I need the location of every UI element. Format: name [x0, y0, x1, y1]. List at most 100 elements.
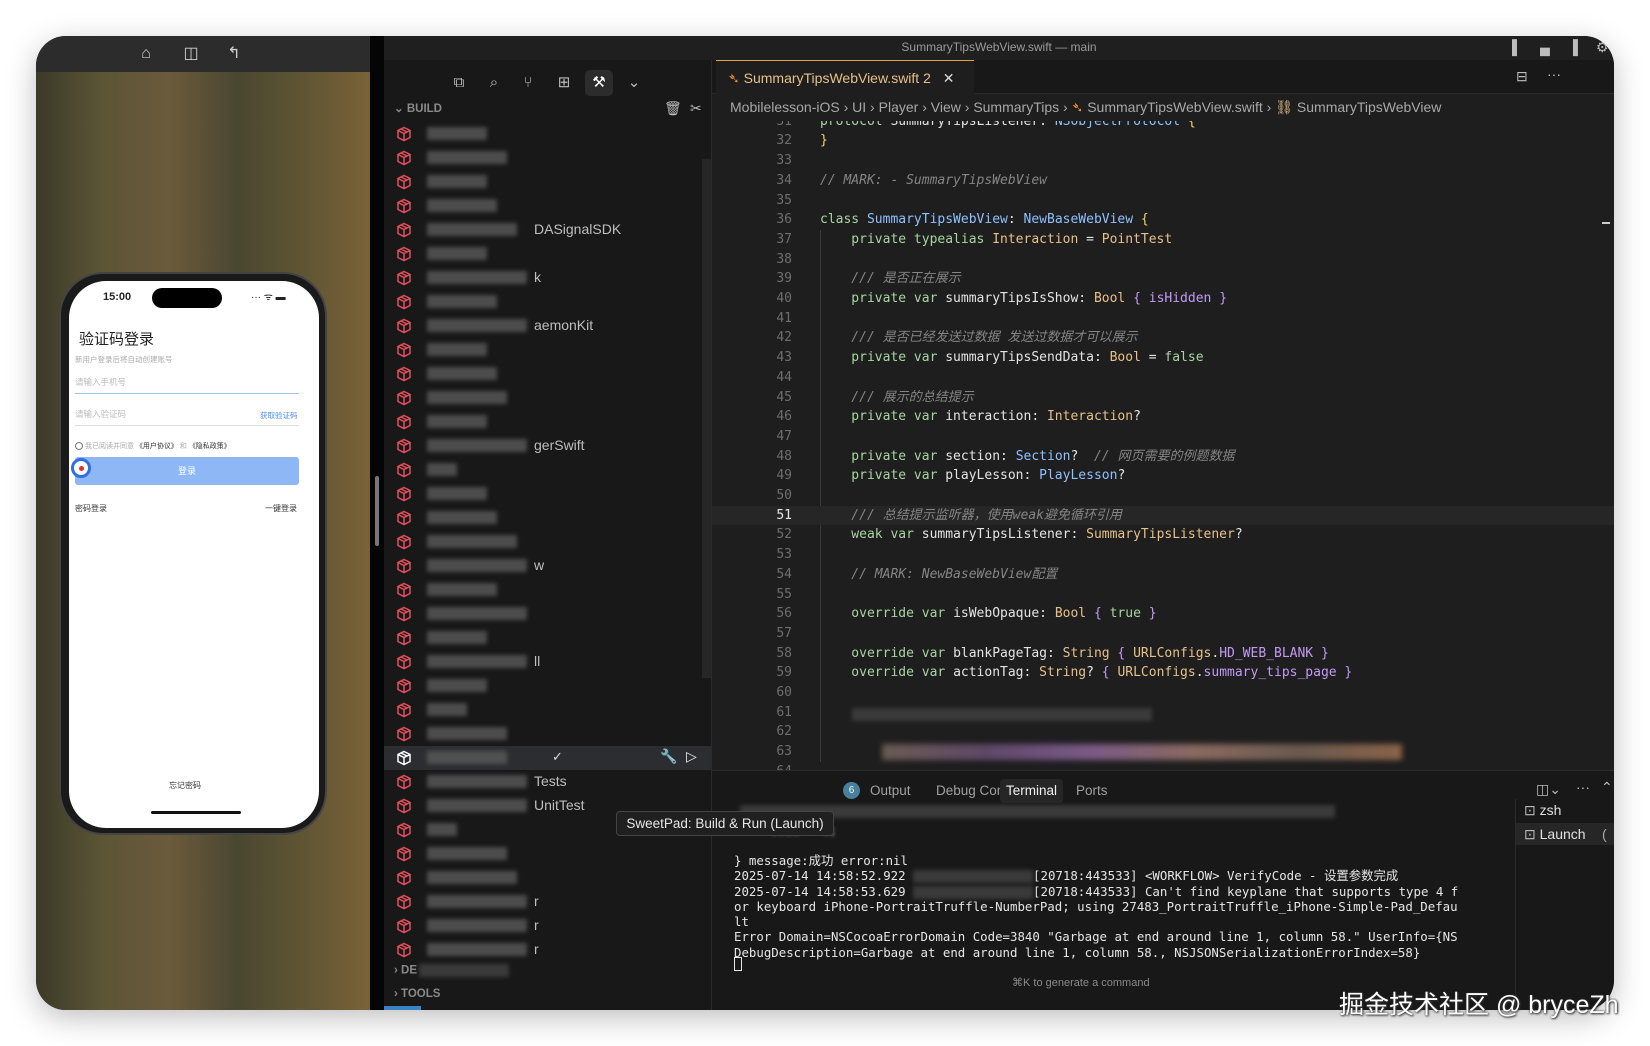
problems-badge[interactable]: 6: [843, 782, 860, 799]
terminal-item-launch[interactable]: ⊡ Launch (: [1516, 823, 1614, 845]
code-line[interactable]: 53: [712, 545, 1614, 565]
source-control-icon[interactable]: ⑂: [514, 70, 542, 96]
code-line[interactable]: 35: [712, 191, 1614, 211]
password-login-link[interactable]: 密码登录: [75, 503, 107, 514]
toggle-sidebar-icon[interactable]: ▌: [1512, 36, 1522, 58]
maximize-panel-icon[interactable]: ⌃: [1601, 779, 1613, 796]
scheme-row[interactable]: [384, 194, 711, 218]
code-view[interactable]: 31 protocol SummaryTipsListener: NSObject…: [712, 121, 1614, 770]
scheme-row[interactable]: [384, 338, 711, 362]
one-click-login-link[interactable]: 一键登录: [265, 503, 297, 514]
tab-terminal[interactable]: Terminal: [1000, 779, 1064, 803]
run-play-icon[interactable]: ▷: [686, 748, 697, 765]
scheme-row[interactable]: [384, 722, 711, 746]
scheme-row[interactable]: [384, 458, 711, 482]
tools-icon[interactable]: ✂: [690, 100, 702, 117]
privacy-policy-link[interactable]: 《隐私政策》: [189, 443, 231, 450]
code-line[interactable]: 37 private typealias Interaction = Point…: [712, 230, 1614, 250]
toggle-panel-icon[interactable]: ▄: [1540, 36, 1550, 58]
code-line[interactable]: 58 override var blankPageTag: String { U…: [712, 644, 1614, 664]
home-icon[interactable]: ⌂: [136, 44, 156, 64]
toggle-secondary-sidebar-icon[interactable]: ▐: [1568, 36, 1578, 58]
scheme-row[interactable]: [384, 386, 711, 410]
breadcrumb-item[interactable]: SummaryTips: [973, 99, 1059, 115]
code-line[interactable]: 64: [712, 762, 1614, 770]
tab-ports[interactable]: Ports: [1070, 779, 1114, 803]
de-section-header[interactable]: › DE: [394, 964, 510, 977]
code-line[interactable]: 56 override var isWebOpaque: Bool { true…: [712, 604, 1614, 624]
code-line[interactable]: 52 weak var summaryTipsListener: Summary…: [712, 525, 1614, 545]
code-line[interactable]: 51 /// 总结提示监听器，使用weak避免循环引用: [712, 505, 1614, 526]
breadcrumb-item[interactable]: UI: [852, 99, 866, 115]
scheme-row[interactable]: [384, 530, 711, 554]
code-line[interactable]: 41: [712, 309, 1614, 329]
code-line[interactable]: 42 /// 是否已经发送过数据 发送过数据才可以展示: [712, 328, 1614, 348]
simulator-scrollbar[interactable]: [375, 476, 379, 546]
scheme-row[interactable]: ✓ 🔧 ▷: [384, 746, 711, 770]
scheme-row[interactable]: r: [384, 890, 711, 914]
code-line[interactable]: 38: [712, 250, 1614, 270]
code-line[interactable]: 44: [712, 368, 1614, 388]
breadcrumb-item[interactable]: SummaryTipsWebView: [1297, 99, 1441, 115]
code-line[interactable]: 43 private var summaryTipsSendData: Bool…: [712, 348, 1614, 368]
scheme-row[interactable]: ll: [384, 650, 711, 674]
code-line[interactable]: 62: [712, 722, 1614, 742]
close-tab-icon[interactable]: ✕: [943, 70, 955, 86]
code-line[interactable]: 32}: [712, 131, 1614, 151]
code-line[interactable]: 47: [712, 427, 1614, 447]
scheme-row[interactable]: r: [384, 914, 711, 938]
phone-input[interactable]: 请输入手机号: [75, 376, 299, 394]
panel-more-icon[interactable]: ···: [1576, 779, 1590, 795]
scheme-row[interactable]: gerSwift: [384, 434, 711, 458]
split-editor-icon[interactable]: ⊟: [1516, 68, 1528, 85]
get-code-link[interactable]: 获取验证码: [260, 410, 298, 421]
code-line[interactable]: 55: [712, 585, 1614, 605]
breadcrumb-item[interactable]: View: [931, 99, 961, 115]
scheme-row[interactable]: [384, 290, 711, 314]
tab-summarytipswebview[interactable]: ➴ SummaryTipsWebView.swift 2 ✕: [716, 60, 974, 95]
code-line[interactable]: 45 /// 展示的总结提示: [712, 388, 1614, 408]
scheme-row[interactable]: Tests: [384, 770, 711, 794]
clean-icon[interactable]: 🗑: [664, 100, 682, 117]
code-line[interactable]: 60: [712, 683, 1614, 703]
code-line[interactable]: 61: [712, 703, 1614, 723]
scheme-row[interactable]: [384, 362, 711, 386]
code-line[interactable]: 49 private var playLesson: PlayLesson?: [712, 466, 1614, 486]
terminal-item-zsh[interactable]: ⊡ zsh: [1516, 799, 1614, 821]
breadcrumb-item[interactable]: Mobilelesson-iOS: [730, 99, 840, 115]
code-line[interactable]: 40 private var summaryTipsIsShow: Bool {…: [712, 289, 1614, 309]
scheme-row[interactable]: k: [384, 266, 711, 290]
code-line[interactable]: 36 class SummaryTipsWebView: NewBaseWebVi…: [712, 210, 1614, 230]
rotate-icon[interactable]: ↰: [224, 44, 244, 64]
search-icon[interactable]: ⌕: [480, 70, 508, 96]
build-section-header[interactable]: ⌄ BUILD: [394, 101, 442, 115]
sidebar-scrollbar[interactable]: [702, 159, 711, 678]
scheme-row[interactable]: [384, 674, 711, 698]
code-line[interactable]: 48 private var section: Section? // 网页需要…: [712, 447, 1614, 467]
breadcrumb-item[interactable]: SummaryTipsWebView.swift: [1087, 99, 1263, 115]
scheme-row[interactable]: [384, 146, 711, 170]
user-agreement-link[interactable]: 《用户协议》: [136, 443, 178, 450]
scheme-row[interactable]: [384, 698, 711, 722]
scheme-row[interactable]: aemonKit: [384, 314, 711, 338]
tools-section-header[interactable]: › TOOLS: [394, 988, 440, 1000]
editor-more-icon[interactable]: ···: [1547, 66, 1561, 82]
scheme-row[interactable]: DASignalSDK: [384, 218, 711, 242]
sweetpad-icon[interactable]: ⚒: [585, 70, 613, 96]
scheme-row[interactable]: [384, 170, 711, 194]
split-terminal-icon[interactable]: ◫⌄: [1536, 781, 1561, 798]
scheme-row[interactable]: [384, 242, 711, 266]
scheme-row[interactable]: [384, 482, 711, 506]
scheme-row[interactable]: [384, 122, 711, 146]
screenshot-icon[interactable]: ◫: [181, 44, 201, 64]
scheme-row[interactable]: [384, 506, 711, 530]
tab-output[interactable]: Output: [864, 779, 917, 803]
code-line[interactable]: 57: [712, 624, 1614, 644]
scheme-row[interactable]: [384, 842, 711, 866]
build-wrench-icon[interactable]: 🔧: [660, 748, 677, 765]
forgot-password-link[interactable]: 忘记密码: [169, 780, 201, 791]
code-line[interactable]: 39 /// 是否正在展示: [712, 269, 1614, 289]
code-line[interactable]: 63: [712, 742, 1614, 762]
scheme-row[interactable]: r: [384, 938, 711, 962]
breadcrumb-item[interactable]: Player: [879, 99, 919, 115]
